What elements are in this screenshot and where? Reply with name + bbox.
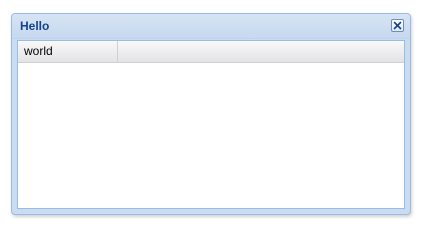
window-title: Hello: [20, 19, 50, 33]
window-titlebar[interactable]: Hello: [12, 14, 410, 39]
window-body: world: [17, 40, 405, 209]
column-header-empty[interactable]: [118, 41, 404, 62]
close-button[interactable]: [391, 19, 404, 32]
grid-header: world: [18, 41, 404, 63]
column-header-world[interactable]: world: [18, 41, 118, 62]
close-icon: [393, 21, 402, 30]
dialog-window: Hello world: [11, 13, 411, 215]
